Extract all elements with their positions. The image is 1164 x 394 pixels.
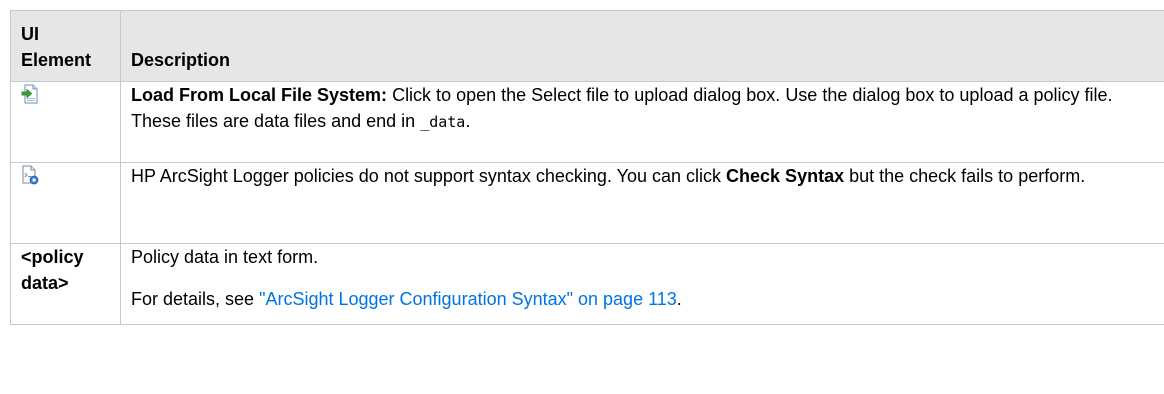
load-from-file-text-b: .: [465, 111, 471, 131]
ui-element-cell: [10, 162, 121, 244]
load-from-file-title: Load From Local File System:: [131, 85, 388, 105]
check-syntax-icon[interactable]: [21, 165, 39, 192]
ui-element-cell: [10, 81, 121, 163]
ui-element-cell: <policy data>: [10, 243, 121, 325]
header-description: Description: [120, 10, 1164, 82]
header-ui-element-line2: Element: [21, 50, 92, 70]
description-cell: Policy data in text form. For details, s…: [120, 243, 1164, 325]
check-syntax-text-a: HP ArcSight Logger policies do not suppo…: [131, 166, 727, 186]
ui-elements-table: UI Element Description Load From Local F…: [10, 10, 1164, 325]
policy-data-description: Policy data in text form.: [131, 247, 319, 267]
table-row: HP ArcSight Logger policies do not suppo…: [10, 162, 1164, 244]
load-from-file-icon[interactable]: [21, 84, 39, 111]
policy-data-element-line1: <policy: [21, 247, 84, 267]
check-syntax-text-b: but the check fails to perform.: [844, 166, 1086, 186]
header-ui-element: UI Element: [10, 10, 121, 82]
check-syntax-bold: Check Syntax: [726, 166, 845, 186]
header-ui-element-line1: UI: [21, 24, 39, 44]
policy-data-element-line2: data>: [21, 273, 69, 293]
data-suffix-code: _data: [420, 113, 466, 131]
details-prefix: For details, see: [131, 289, 260, 309]
details-suffix: .: [676, 289, 682, 309]
description-cell: Load From Local File System: Click to op…: [120, 81, 1164, 163]
table-row: Load From Local File System: Click to op…: [10, 81, 1164, 163]
policy-data-details: For details, see "ArcSight Logger Config…: [131, 286, 1155, 312]
table-row: <policy data> Policy data in text form. …: [10, 243, 1164, 325]
description-cell: HP ArcSight Logger policies do not suppo…: [120, 162, 1164, 244]
configuration-syntax-link[interactable]: "ArcSight Logger Configuration Syntax" o…: [259, 289, 677, 309]
table-header-row: UI Element Description: [10, 10, 1164, 82]
